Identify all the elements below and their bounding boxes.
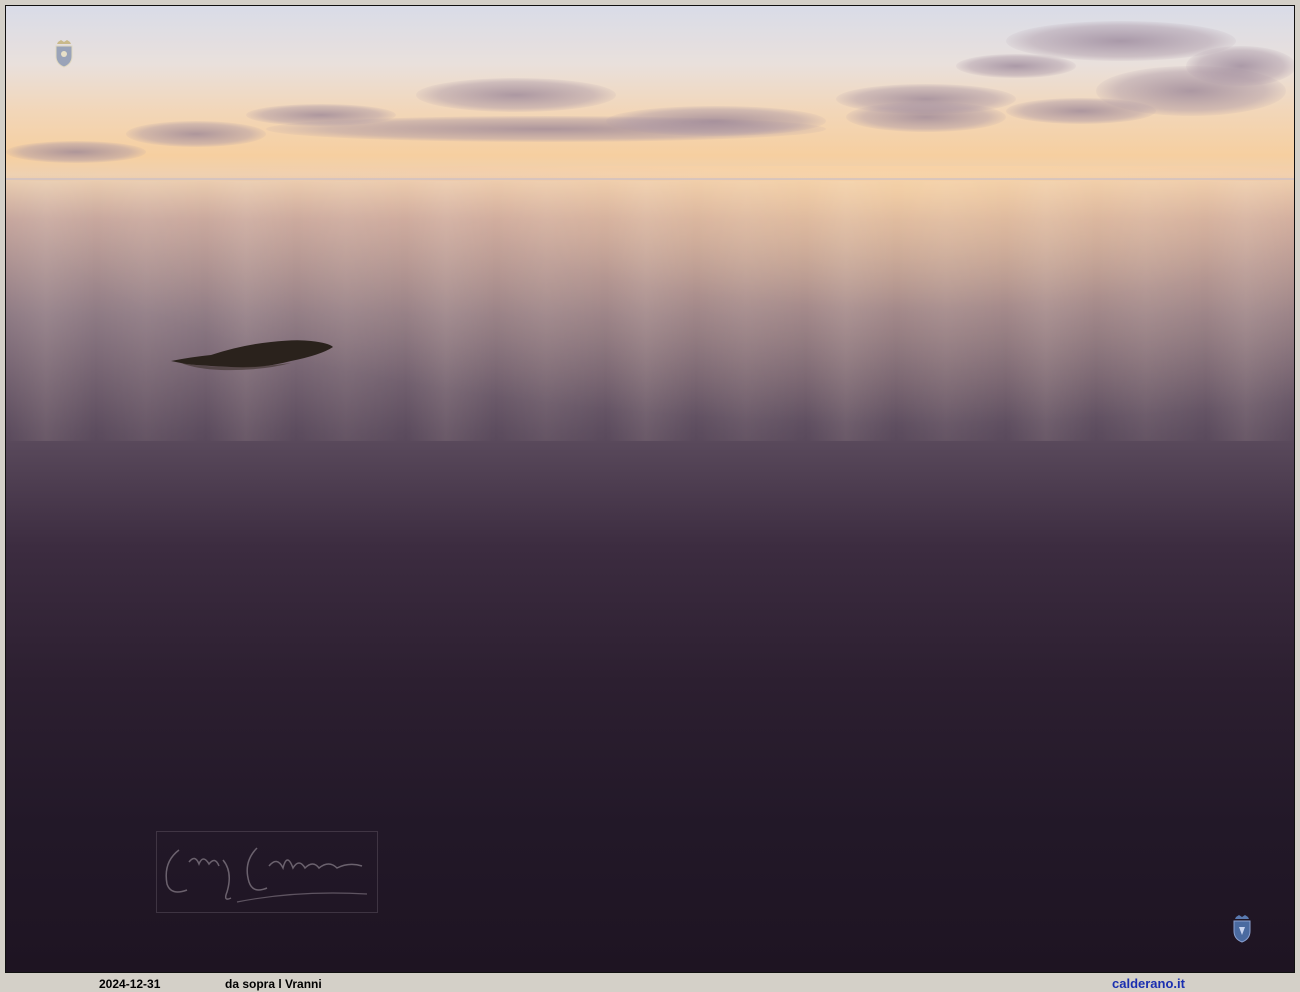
coat-of-arms-icon bbox=[55, 40, 73, 68]
coat-of-arms-icon bbox=[1233, 915, 1251, 943]
aerial-sea-photo bbox=[5, 5, 1295, 973]
caption-bar: 2024-12-31 da sopra l Vranni calderano.i… bbox=[0, 974, 1300, 992]
cloud bbox=[846, 102, 1006, 132]
sky-reflections bbox=[6, 181, 1294, 441]
rocky-islet bbox=[171, 340, 333, 371]
photo-title: da sopra l Vranni bbox=[225, 977, 322, 991]
signature-watermark bbox=[156, 831, 378, 913]
site-link[interactable]: calderano.it bbox=[1112, 976, 1185, 991]
cloud bbox=[6, 141, 146, 163]
cloud bbox=[956, 54, 1076, 78]
photo-date: 2024-12-31 bbox=[99, 977, 161, 991]
cloud bbox=[606, 106, 826, 136]
cloud bbox=[126, 121, 266, 147]
photo-frame: 2024-12-31 da sopra l Vranni calderano.i… bbox=[0, 0, 1300, 992]
cloud bbox=[1186, 46, 1294, 86]
horizon-line bbox=[6, 178, 1294, 180]
cloud bbox=[416, 78, 616, 112]
cloud bbox=[1006, 98, 1156, 124]
